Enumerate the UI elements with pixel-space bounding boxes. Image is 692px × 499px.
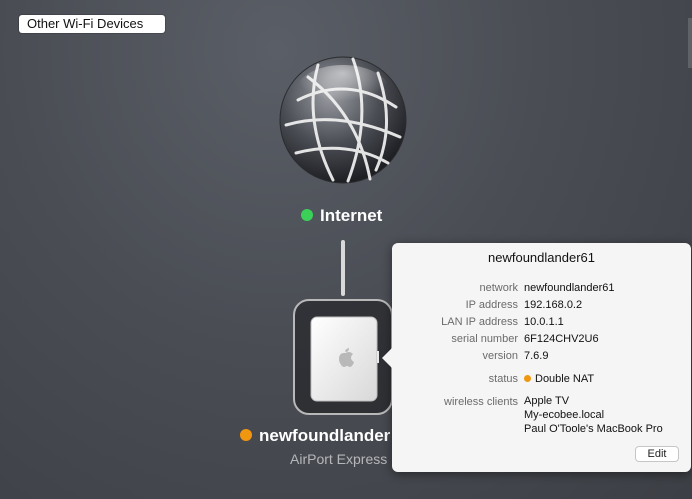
edit-button[interactable]: Edit (635, 446, 679, 462)
network-value: newfoundlander61 (524, 282, 615, 294)
network-key: network (479, 282, 518, 294)
lan-ip-address-value: 10.0.1.1 (524, 316, 564, 328)
wireless-client-item: My-ecobee.local (524, 409, 605, 421)
connection-line (341, 240, 345, 296)
airport-express-device[interactable] (293, 299, 393, 415)
ip-address-key: IP address (465, 299, 518, 311)
ip-address-value: 192.168.0.2 (524, 299, 583, 311)
version-key: version (482, 350, 518, 362)
status-value: Double NAT (535, 373, 595, 385)
wireless-clients-key: wireless clients (444, 396, 518, 408)
airport-express-icon (310, 316, 379, 402)
popover-arrow (382, 348, 392, 368)
wireless-client-item: Apple TV (524, 395, 570, 407)
device-type-label: AirPort Express (290, 451, 388, 467)
status-key: status (488, 373, 518, 385)
scrollbar[interactable] (688, 18, 692, 68)
version-value: 7.6.9 (524, 350, 549, 362)
lan-ip-address-key: LAN IP address (441, 316, 518, 328)
popover-title: newfoundlander61 (488, 250, 595, 265)
device-status-indicator (240, 429, 252, 441)
internet-globe-icon[interactable] (278, 55, 408, 185)
serial-number-value: 6F124CHV2U6 (524, 333, 599, 345)
serial-number-key: serial number (451, 333, 518, 345)
device-name-label: newfoundlander (259, 426, 391, 445)
internet-status-indicator (301, 209, 313, 221)
device-info-popover: newfoundlander61 network newfoundlander6… (382, 243, 691, 472)
wireless-client-item: Paul O'Toole's MacBook Pro (524, 423, 663, 435)
status-warning-dot-icon (524, 375, 531, 382)
internet-label: Internet (320, 206, 383, 225)
device-filter-dropdown[interactable]: Other Wi-Fi Devices (19, 15, 165, 33)
